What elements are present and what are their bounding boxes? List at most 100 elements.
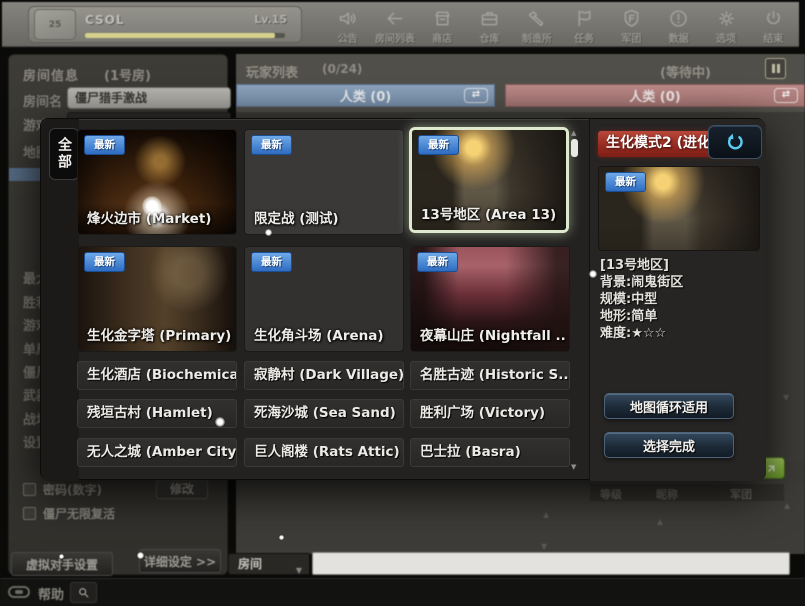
map-row-historic-sites[interactable]: 名胜古迹 (Historic S..: [410, 361, 570, 390]
new-badge: 最新: [251, 252, 292, 272]
map-row-biochemical-hotel[interactable]: 生化酒店 (Biochemica..: [77, 361, 237, 390]
map-list-scrollbar[interactable]: ▲ ▼: [570, 129, 580, 471]
nav-shop[interactable]: 商店: [419, 5, 466, 47]
player-level: Lv.15: [254, 13, 287, 26]
selection-complete-button[interactable]: 选择完成: [604, 432, 734, 458]
detail-background: 背景:闹鬼街区: [600, 274, 760, 291]
password-checkbox-row: 密码(数字): [23, 481, 102, 498]
team-blue-header[interactable]: 人类 (0) ⇄: [236, 84, 495, 107]
map-row-sea-sand[interactable]: 死海沙城 (Sea Sand): [244, 399, 404, 428]
scroll-down-arrow[interactable]: ▼: [783, 393, 789, 402]
new-badge: 最新: [84, 252, 125, 272]
sparkle-particle: [215, 417, 225, 427]
map-name: 生化金字塔 (Primary): [87, 324, 231, 344]
nav-room-list[interactable]: 房间列表: [371, 5, 418, 47]
scrollbar-thumb[interactable]: [571, 139, 578, 157]
player-list-title: 玩家列表: [246, 62, 298, 81]
stats-info-icon: [668, 8, 689, 29]
nav-storage[interactable]: 仓库: [466, 5, 513, 47]
pause-icon[interactable]: [765, 58, 786, 79]
team-red-header[interactable]: 人类 (0) ⇄: [505, 84, 805, 107]
refresh-button[interactable]: [708, 125, 762, 159]
nav-exit[interactable]: 结束: [750, 5, 797, 47]
craft-hammer-icon: [526, 8, 547, 29]
map-card-limited-test[interactable]: 最新 限定战 (测试): [244, 129, 404, 235]
room-status: (等待中): [660, 62, 711, 81]
sparkle-particle: [59, 554, 64, 559]
map-select-dialog: 全部 × 最新 烽火边市 (Market) 最新 限定战 (测试) 最新 13号…: [40, 118, 765, 480]
sparkle-particle: [142, 196, 162, 216]
chat-input[interactable]: [312, 552, 790, 575]
scroll-up-arrow[interactable]: ▲: [543, 510, 549, 519]
nav-label: 军团: [621, 30, 641, 45]
player-profile-plate[interactable]: 25 CSOL Lv.15: [28, 6, 302, 43]
map-details: [13号地区] 背景:闹鬼街区 规模:中型 地形:简单 难度:★☆☆: [600, 257, 760, 342]
nav-missions[interactable]: 任务: [560, 5, 607, 47]
sparkle-particle: [137, 552, 144, 559]
map-row-basra[interactable]: 巴士拉 (Basra): [410, 438, 570, 467]
storage-briefcase-icon: [479, 8, 500, 29]
search-icon: [77, 586, 90, 599]
map-row-rats-attic[interactable]: 巨人阁楼 (Rats Attic): [244, 438, 404, 467]
map-card-arena[interactable]: 最新 生化角斗场 (Arena): [244, 246, 404, 352]
map-card-market[interactable]: 最新 烽火边市 (Market): [77, 129, 237, 235]
nav-label: 公告: [338, 30, 358, 45]
nav-label: 房间列表: [375, 30, 415, 45]
nav-label: 数据: [669, 30, 689, 45]
nav-label: 商店: [432, 30, 452, 45]
chat-channel-value: 房间: [238, 557, 262, 571]
nav-craft[interactable]: 制造所: [513, 5, 560, 47]
zombie-respawn-checkbox[interactable]: [23, 507, 36, 520]
options-gear-icon: [716, 8, 737, 29]
map-row-dark-village[interactable]: 寂静村 (Dark Village): [244, 361, 404, 390]
scroll-up-arrow[interactable]: ▲: [657, 517, 663, 526]
xp-progress-bar: [85, 33, 285, 38]
detail-terrain: 地形:简单: [600, 308, 760, 325]
map-row-victory[interactable]: 胜利广场 (Victory): [410, 399, 570, 428]
map-row-hamlet[interactable]: 残垣古村 (Hamlet): [77, 399, 237, 428]
detail-settings-button[interactable]: 详细设定 >>: [139, 549, 221, 573]
password-checkbox[interactable]: [23, 483, 36, 496]
column-level: 等级: [600, 486, 622, 502]
scroll-down-arrow[interactable]: ▼: [541, 542, 547, 551]
team-swap-icon[interactable]: ⇄: [464, 88, 488, 103]
room-name-label: 房间名: [23, 91, 62, 110]
bottom-status-bar: 帮助: [0, 578, 805, 606]
scroll-up-arrow[interactable]: ▲: [784, 501, 790, 510]
nav-label: 任务: [574, 30, 594, 45]
chat-channel-dropdown[interactable]: 房间 ▼: [228, 553, 310, 575]
column-nickname: 昵称: [656, 486, 678, 502]
map-card-nightfall[interactable]: 最新 夜幕山庄 (Nightfall ..: [410, 246, 570, 352]
scroll-down-arrow[interactable]: ▼: [571, 463, 576, 471]
selected-map-preview: 最新: [598, 166, 760, 251]
new-badge: 最新: [417, 252, 458, 272]
clan-shield-icon: [621, 8, 642, 29]
nav-clan[interactable]: 军团: [608, 5, 655, 47]
refresh-icon: [724, 131, 746, 153]
new-badge: 最新: [84, 135, 125, 155]
detail-scale: 规模:中型: [600, 291, 760, 308]
nav-stats[interactable]: 数据: [655, 5, 702, 47]
map-card-area13-selected[interactable]: 最新 13号地区 (Area 13): [409, 127, 569, 233]
search-button[interactable]: [70, 582, 97, 603]
tab-all-maps[interactable]: 全部: [49, 128, 79, 180]
map-cycle-apply-button[interactable]: 地图循环适用: [604, 393, 734, 419]
nav-options[interactable]: 选项: [702, 5, 749, 47]
map-row-amber-city[interactable]: 无人之城 (Amber City): [77, 438, 237, 467]
map-name: 13号地区 (Area 13): [421, 203, 556, 223]
announcement-speaker-icon: [337, 8, 358, 29]
player-count: (0/24): [322, 62, 362, 76]
nav-label: 结束: [763, 30, 783, 45]
map-card-primary[interactable]: 最新 生化金字塔 (Primary): [77, 246, 237, 352]
team-swap-icon[interactable]: ⇄: [774, 88, 798, 103]
password-modify-button[interactable]: 修改: [156, 479, 208, 499]
game-screen: 25 CSOL Lv.15 公告 房间列表 商店: [0, 0, 805, 606]
room-name-input[interactable]: 僵尸猎手激战: [67, 87, 231, 109]
team-red-label: 人类 (0): [629, 86, 680, 105]
new-badge: 最新: [605, 172, 646, 192]
scroll-up-arrow[interactable]: ▲: [571, 129, 576, 137]
new-badge: 最新: [251, 135, 292, 155]
map-select-fragment: [9, 168, 44, 181]
player-name: CSOL: [85, 13, 125, 27]
nav-announcement[interactable]: 公告: [324, 5, 371, 47]
